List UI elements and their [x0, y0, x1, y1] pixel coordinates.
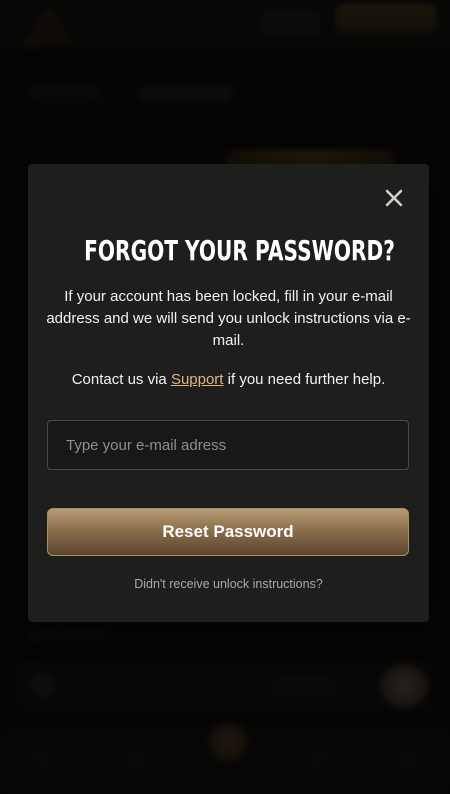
support-link[interactable]: Support — [171, 371, 224, 388]
close-button[interactable] — [382, 186, 406, 210]
contact-text: Contact us via Support if you need furth… — [42, 369, 415, 391]
email-input[interactable] — [47, 420, 409, 470]
page: FORGOT YOUR PASSWORD? If your account ha… — [0, 0, 450, 794]
forgot-password-modal: FORGOT YOUR PASSWORD? If your account ha… — [28, 164, 429, 622]
reset-password-button[interactable]: Reset Password — [47, 508, 409, 556]
modal-description: If your account has been locked, fill in… — [46, 288, 411, 349]
modal-title: FORGOT YOUR PASSWORD? — [84, 234, 395, 267]
contact-suffix: if you need further help. — [223, 371, 386, 388]
close-icon — [385, 189, 403, 207]
resend-instructions-link[interactable]: Didn't receive unlock instructions? — [28, 577, 429, 591]
contact-prefix: Contact us via — [71, 371, 171, 388]
